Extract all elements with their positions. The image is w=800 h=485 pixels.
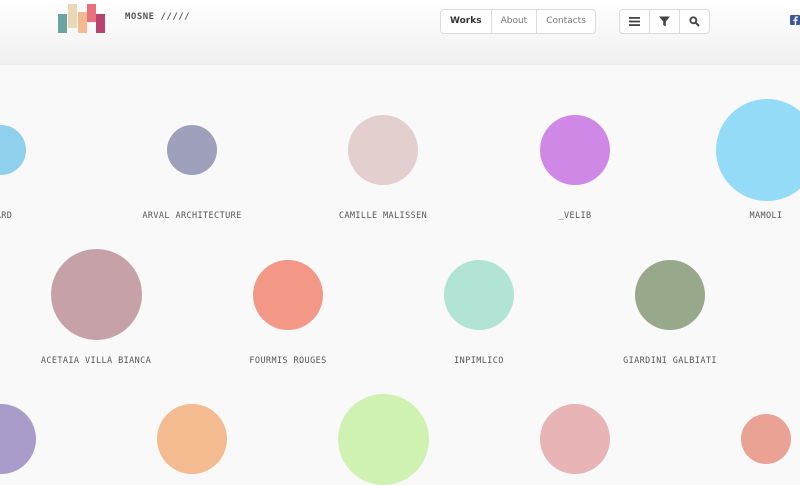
nav-contacts[interactable]: Contacts — [536, 10, 595, 33]
work-label: FOURMIS ROUGES — [249, 356, 327, 366]
nav-works[interactable]: Works — [441, 10, 491, 33]
work-circle — [0, 404, 36, 474]
work-label: GIARDINI GALBIATI — [623, 356, 717, 366]
work-circle — [338, 394, 429, 485]
logo-bar — [87, 4, 96, 22]
site-header: MOSNE ///// Works About Contacts — [0, 0, 800, 65]
work-circle — [167, 125, 217, 175]
search-button[interactable] — [679, 10, 709, 33]
work-circle — [444, 260, 514, 330]
work-circle — [716, 99, 800, 201]
main-nav: Works About Contacts — [440, 9, 596, 34]
filter-icon — [659, 16, 670, 27]
work-label: CAMILLE MALISSEN — [338, 211, 428, 221]
work-label: _VELIB — [558, 211, 592, 221]
work-circle — [253, 260, 323, 330]
hamburger-icon — [629, 17, 640, 26]
search-icon — [689, 16, 700, 27]
facebook-link[interactable] — [790, 15, 800, 25]
logo-bar — [68, 4, 77, 28]
work-circle — [540, 404, 610, 474]
work-circle — [635, 260, 705, 330]
facebook-icon — [793, 16, 798, 25]
logo-bar — [78, 12, 87, 33]
work-label: ARD — [0, 211, 13, 221]
menu-button[interactable] — [620, 10, 649, 33]
work-circle — [51, 249, 142, 340]
logo-bar — [96, 14, 105, 33]
toolbar — [619, 9, 710, 34]
work-label: ACETAIA VILLA BIANCA — [40, 356, 152, 366]
work-label: MAMOLI — [749, 211, 783, 221]
work-circle — [741, 414, 791, 464]
filter-button[interactable] — [649, 10, 679, 33]
work-circle — [157, 404, 227, 474]
work-label: INPIMLICO — [454, 356, 504, 366]
work-circle — [348, 115, 418, 185]
logo-bar — [58, 14, 67, 33]
brand-name[interactable]: MOSNE ///// — [125, 12, 190, 22]
nav-about[interactable]: About — [490, 10, 537, 33]
work-label: ARVAL ARCHITECTURE — [142, 211, 242, 221]
mosne-logo[interactable] — [58, 4, 108, 34]
work-circle — [0, 125, 26, 175]
work-circle — [540, 115, 610, 185]
